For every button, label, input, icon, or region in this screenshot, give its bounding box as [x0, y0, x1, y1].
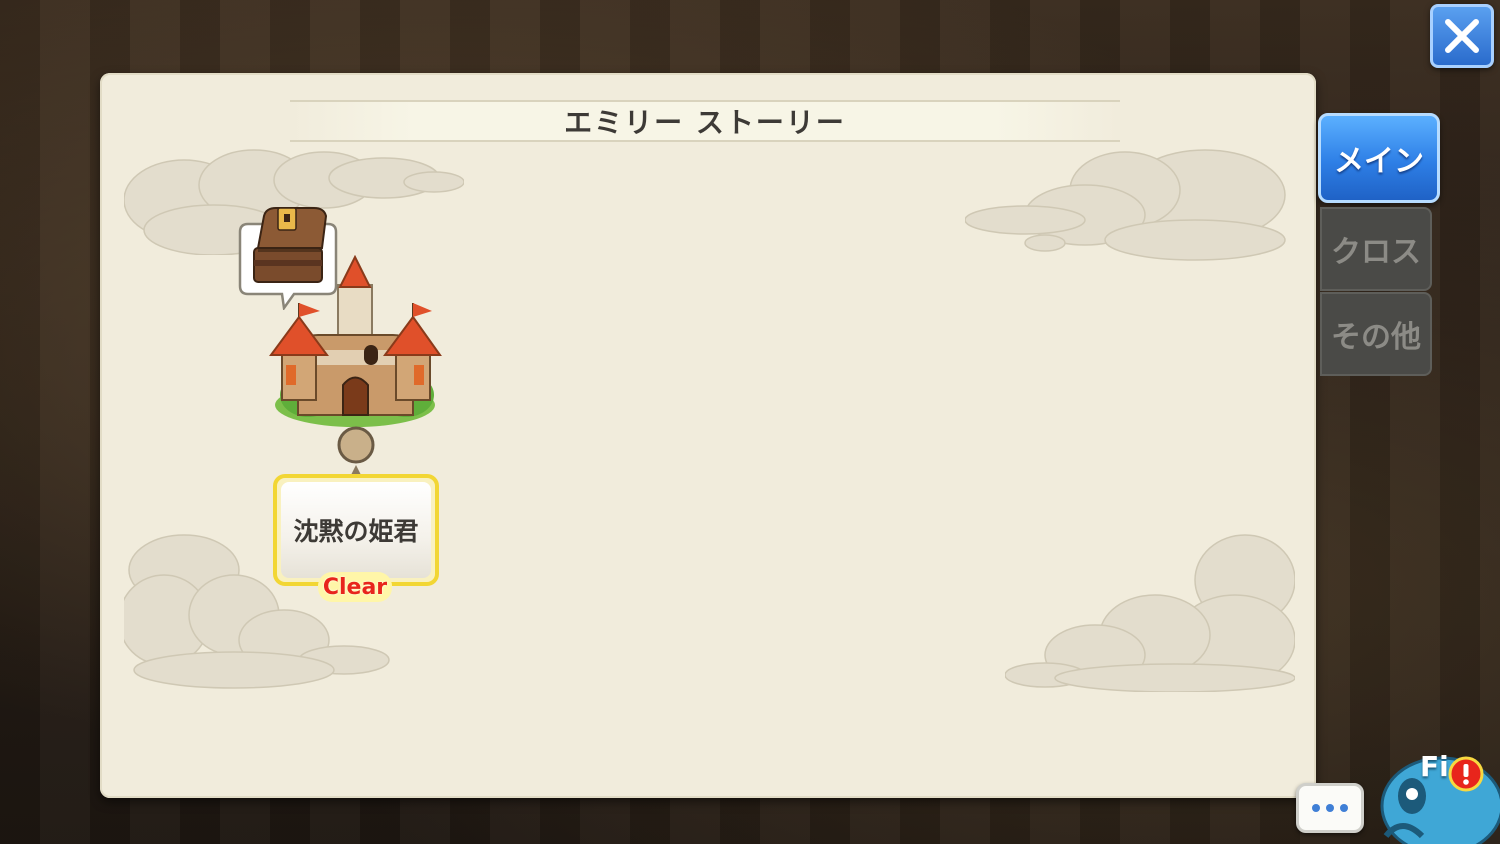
chat-button[interactable]	[1296, 783, 1364, 833]
clear-status: Clear	[322, 574, 388, 600]
field-button-label: Fi	[1420, 750, 1449, 783]
field-button[interactable]: Fi	[1372, 736, 1500, 844]
cloud-bottom-right	[1005, 534, 1295, 692]
stage-name: 沈黙の姫君	[293, 517, 419, 546]
path-node	[337, 426, 375, 477]
chat-dot	[1326, 804, 1334, 812]
clear-badge: Clear	[318, 572, 392, 602]
alert-icon	[1448, 756, 1484, 792]
chat-dot	[1340, 804, 1348, 812]
castle-icon[interactable]	[268, 255, 443, 433]
tab-main[interactable]: メイン	[1318, 113, 1440, 203]
chat-bubble-icon	[1312, 804, 1320, 812]
close-icon	[1445, 19, 1479, 53]
stage-card[interactable]: 沈黙の姫君	[273, 474, 439, 586]
page-title: エミリー ストーリー	[564, 106, 846, 139]
close-button[interactable]	[1430, 4, 1494, 68]
cloud-top-right	[965, 149, 1286, 261]
stage-card-body: 沈黙の姫君	[281, 482, 431, 578]
tab-other[interactable]: その他	[1320, 292, 1432, 376]
title-bar: エミリー ストーリー	[290, 100, 1120, 142]
tab-cross[interactable]: クロス	[1320, 207, 1432, 291]
